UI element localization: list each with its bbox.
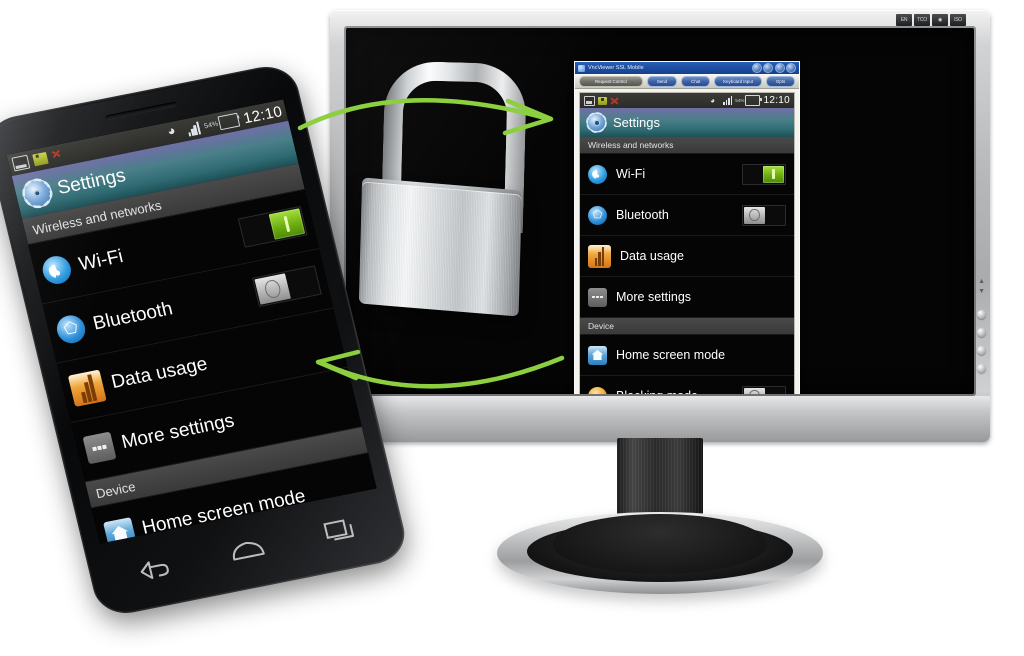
download-icon: [598, 96, 607, 105]
vnc-window-title: VncViewer SSL Mobile: [588, 65, 644, 71]
recent-apps-icon[interactable]: [321, 516, 358, 546]
section-title: Device: [588, 321, 614, 331]
bluetooth-icon: ⬠: [588, 205, 607, 225]
settings-row-label: Bluetooth: [91, 298, 175, 335]
back-icon[interactable]: [134, 554, 173, 582]
rohs-badge: ◉: [932, 14, 948, 26]
settings-row-label: Data usage: [620, 249, 684, 263]
sd-card-icon: [584, 95, 595, 106]
android-settings-remote: ◕ 54% 12:10 Settings Wireless and networ…: [580, 93, 794, 394]
wifi-toggle[interactable]: [237, 205, 308, 248]
power-button[interactable]: [977, 364, 986, 373]
blocking-mode-toggle[interactable]: [742, 385, 786, 394]
bluetooth-icon: ⬠: [54, 312, 89, 346]
settings-row-blocking-mode[interactable]: Blocking mode: [580, 376, 794, 394]
send-button[interactable]: Send: [646, 75, 678, 87]
vnc-window-buttons[interactable]: [751, 63, 796, 73]
page-title: Settings: [613, 115, 660, 130]
sd-card-icon: [11, 154, 31, 172]
status-clock: 12:10: [763, 94, 790, 106]
keyboard-button[interactable]: Keyboard Input: [714, 75, 763, 87]
monitor-badges: EN TCO ◉ ISO: [896, 14, 966, 26]
data-usage-icon: [67, 369, 107, 407]
settings-gear-icon: [19, 175, 56, 211]
compliance-badge: ISO: [950, 14, 966, 26]
phone-screen[interactable]: ◕ 54% 12:10 Settings Wireless and networ…: [6, 99, 377, 544]
menu-button[interactable]: [977, 310, 986, 319]
battery-percent: 54%: [735, 98, 745, 103]
monitor-chin: [330, 396, 990, 442]
settings-row-home-screen-mode[interactable]: Home screen mode: [580, 335, 794, 376]
bluetooth-toggle[interactable]: [742, 204, 786, 226]
settings-row-more-settings[interactable]: More settings: [580, 277, 794, 318]
vnc-app-icon: [578, 64, 585, 72]
monitor-nav-arrows: ▲ ▼: [978, 278, 985, 295]
wifi-toggle[interactable]: [742, 163, 786, 185]
section-header-device: Device: [580, 318, 794, 335]
settings-row-bluetooth[interactable]: ⬠ Bluetooth: [580, 195, 794, 236]
bluetooth-toggle[interactable]: [252, 265, 322, 308]
close-icon[interactable]: [774, 63, 785, 73]
settings-row-label: Blocking mode: [616, 389, 733, 394]
section-title: Wireless and networks: [588, 140, 674, 150]
signal-bars-icon: [723, 96, 733, 105]
battery-indicator: 54%: [203, 112, 241, 133]
signal-bars-icon: [186, 121, 201, 137]
vnc-toolbar[interactable]: Request Control Send Chat Keyboard Input…: [575, 74, 799, 89]
settings-row-wifi[interactable]: Wi-Fi: [580, 154, 794, 195]
download-icon: [32, 151, 49, 167]
settings-gear-icon: [586, 112, 607, 133]
settings-row-data-usage[interactable]: Data usage: [580, 236, 794, 277]
more-settings-icon: [588, 287, 607, 307]
screenshot-stage: EN TCO ◉ ISO VncViewer SSL Mobile Reques…: [0, 0, 1024, 656]
vnc-viewer-window[interactable]: VncViewer SSL Mobile Request Control Sen…: [574, 61, 800, 394]
section-title: Device: [94, 478, 137, 501]
maximize-icon[interactable]: [763, 63, 773, 73]
settings-row-label: Wi-Fi: [616, 167, 646, 181]
monitor-stand-base: [497, 512, 823, 594]
home-screen-icon: [588, 345, 607, 365]
android-status-bar: ◕ 54% 12:10: [580, 93, 794, 108]
more-settings-icon: [82, 431, 117, 465]
android-settings-phone: ◕ 54% 12:10 Settings Wireless and networ…: [6, 99, 377, 544]
wifi-icon: ◕: [165, 121, 177, 139]
options-button[interactable]: Opts: [766, 75, 796, 87]
section-header-wireless: Wireless and networks: [580, 137, 794, 154]
energy-star-badge: EN: [896, 14, 912, 26]
help-icon[interactable]: [786, 63, 796, 73]
settings-row-label: More settings: [616, 290, 692, 304]
mute-icon: [51, 148, 68, 162]
tco-badge: TCO: [914, 14, 930, 26]
blocking-mode-icon: [588, 386, 607, 394]
page-title: Settings: [55, 165, 128, 199]
data-usage-icon: [588, 244, 611, 268]
wifi-icon: ◕: [710, 95, 715, 105]
wifi-icon: [588, 164, 607, 184]
chat-button[interactable]: Chat: [681, 75, 711, 87]
wifi-icon: [39, 253, 74, 287]
battery-indicator: 54%: [735, 95, 762, 106]
battery-percent: 54%: [203, 120, 219, 130]
request-control-button[interactable]: Request Control: [579, 75, 643, 87]
padlock-body: [358, 181, 522, 317]
minimize-icon[interactable]: [751, 63, 762, 73]
settings-row-label: Home screen mode: [616, 348, 726, 362]
vnc-remote-canvas[interactable]: ◕ 54% 12:10 Settings Wireless and networ…: [579, 92, 795, 394]
vnc-title-bar[interactable]: VncViewer SSL Mobile: [575, 62, 799, 74]
settings-header: Settings: [580, 108, 794, 137]
auto-button[interactable]: [977, 346, 986, 355]
settings-row-label: Bluetooth: [616, 208, 669, 222]
settings-row-label: Wi-Fi: [76, 246, 126, 276]
mute-icon: [610, 97, 619, 105]
home-icon[interactable]: [226, 534, 268, 563]
brightness-button[interactable]: [977, 328, 986, 337]
security-padlock: [349, 58, 535, 317]
monitor-control-buttons[interactable]: [977, 310, 986, 373]
